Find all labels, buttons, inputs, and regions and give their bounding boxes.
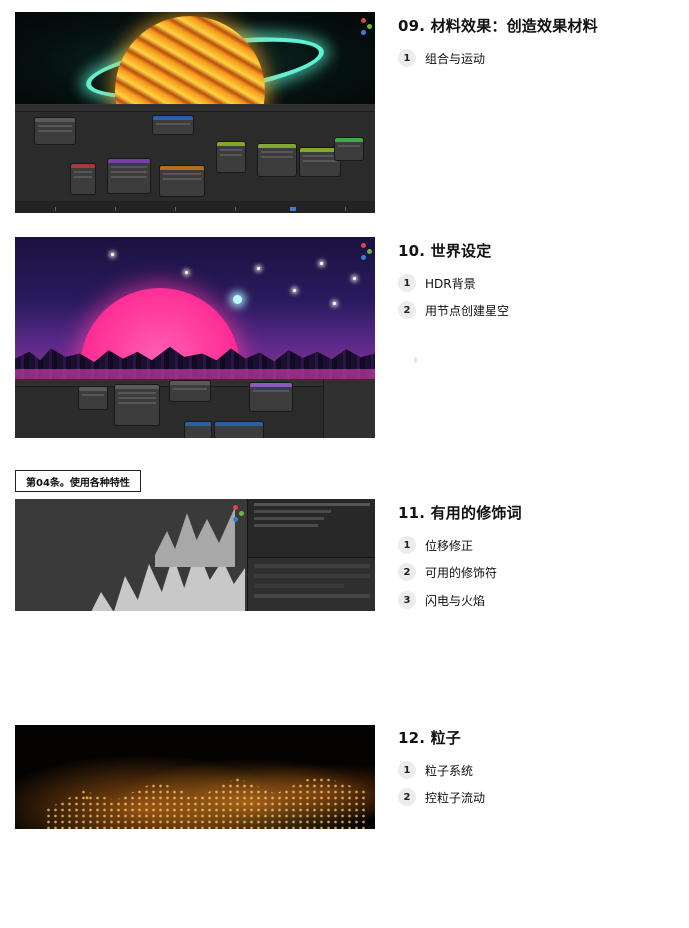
timeline-marker-icon: [115, 207, 116, 211]
star: [353, 277, 356, 280]
list-item: 1 组合与运动: [398, 48, 485, 68]
modifier-properties-panel[interactable]: [247, 557, 375, 611]
thumbnail-modifiers[interactable]: [15, 499, 375, 611]
star: [293, 289, 296, 292]
list-item-text: HDR背景: [425, 276, 476, 291]
node[interactable]: [153, 116, 193, 134]
timeline-marker-icon: [235, 207, 236, 211]
star: [257, 267, 260, 270]
numbered-bullet-icon: 1: [398, 761, 416, 779]
glowing-moon: [233, 295, 242, 304]
list-item-text: 控粒子流动: [425, 790, 486, 805]
list-item: 1 HDR背景: [398, 273, 476, 293]
gizmo-axis-icon[interactable]: [361, 243, 366, 248]
section-title-09: 09. 材料效果：创造效果材料: [398, 17, 598, 35]
decorative-mark: [414, 357, 417, 363]
node[interactable]: [108, 159, 150, 193]
timeline-marker-icon: [345, 207, 346, 211]
timeline-marker-icon: [55, 207, 56, 211]
list-item: 1 粒子系统: [398, 760, 473, 780]
list-item-text: 粒子系统: [425, 763, 474, 778]
render-viewport-sunset: [15, 237, 375, 379]
list-item: 1 位移修正: [398, 535, 473, 555]
list-item: 2 可用的修饰符: [398, 562, 497, 582]
gizmo-axis-icon[interactable]: [361, 30, 366, 35]
node[interactable]: [217, 142, 245, 172]
section-title-12: 12. 粒子: [398, 729, 461, 747]
world-node-editor[interactable]: [15, 379, 375, 438]
numbered-bullet-icon: 1: [398, 274, 416, 292]
gizmo-axis-icon[interactable]: [361, 18, 366, 23]
numbered-bullet-icon: 3: [398, 591, 416, 609]
section-title-10: 10. 世界设定: [398, 242, 492, 260]
star: [320, 262, 323, 265]
render-viewport-planet: [15, 12, 375, 104]
star: [185, 271, 188, 274]
numbered-bullet-icon: 1: [398, 536, 416, 554]
editor-header[interactable]: [15, 104, 375, 112]
numbered-bullet-icon: 2: [398, 788, 416, 806]
list-item: 2 用节点创建星空: [398, 300, 509, 320]
node[interactable]: [250, 383, 292, 411]
list-item: 3 闪电与火焰: [398, 590, 485, 610]
gizmo-axis-icon[interactable]: [367, 249, 372, 254]
thumbnail-materials[interactable]: [15, 12, 375, 213]
section-title-11: 11. 有用的修饰词: [398, 504, 522, 522]
node[interactable]: [79, 387, 107, 409]
list-item-text: 位移修正: [425, 538, 474, 553]
star: [333, 302, 336, 305]
gizmo-axis-icon[interactable]: [239, 511, 244, 516]
thumbnail-world[interactable]: [15, 237, 375, 438]
list-item-text: 闪电与火焰: [425, 593, 486, 608]
gizmo-axis-icon[interactable]: [361, 255, 366, 260]
shader-node-editor[interactable]: [15, 104, 375, 201]
node[interactable]: [71, 164, 95, 194]
chapter-label: 第04条。使用各种特性: [15, 470, 141, 492]
node[interactable]: [170, 381, 210, 401]
node[interactable]: [115, 385, 159, 425]
node[interactable]: [258, 144, 296, 176]
gizmo-axis-icon[interactable]: [233, 505, 238, 510]
timeline-playhead-icon[interactable]: [290, 207, 296, 211]
gizmo-axis-icon[interactable]: [233, 517, 238, 522]
node[interactable]: [335, 138, 363, 160]
list-item-text: 组合与运动: [425, 51, 486, 66]
ground-glow: [15, 369, 375, 379]
timeline[interactable]: [15, 201, 375, 213]
numbered-bullet-icon: 2: [398, 563, 416, 581]
node[interactable]: [215, 422, 263, 438]
outliner-panel[interactable]: [247, 499, 375, 557]
star: [111, 253, 114, 256]
numbered-bullet-icon: 2: [398, 301, 416, 319]
spiky-mesh: [155, 507, 235, 567]
node[interactable]: [300, 148, 340, 176]
gizmo-axis-icon[interactable]: [367, 24, 372, 29]
viewport-3d: [15, 499, 247, 611]
properties-panel[interactable]: [323, 379, 375, 438]
numbered-bullet-icon: 1: [398, 49, 416, 67]
list-item-text: 可用的修饰符: [425, 565, 498, 580]
list-item: 2 控粒子流动: [398, 787, 485, 807]
thumbnail-particles[interactable]: [15, 725, 375, 829]
fire-planet: [115, 16, 265, 104]
node[interactable]: [35, 118, 75, 144]
node[interactable]: [185, 422, 211, 438]
list-item-text: 用节点创建星空: [425, 303, 510, 318]
node[interactable]: [160, 166, 204, 196]
timeline-marker-icon: [175, 207, 176, 211]
